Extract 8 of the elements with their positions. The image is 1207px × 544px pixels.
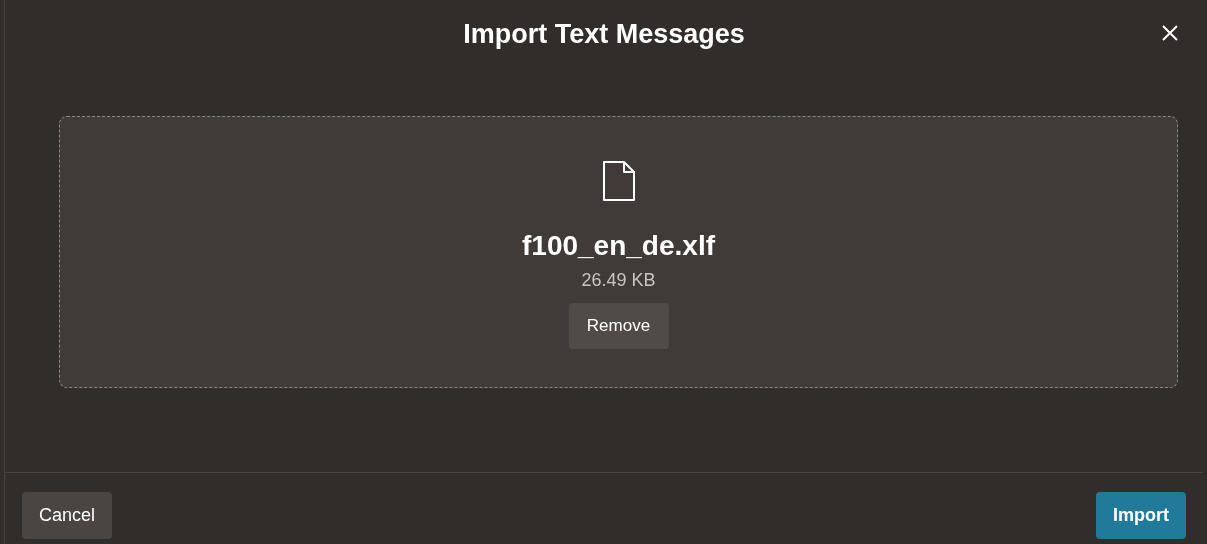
dialog-title: Import Text Messages	[463, 18, 745, 50]
cancel-button[interactable]: Cancel	[22, 492, 113, 539]
file-size: 26.49 KB	[581, 270, 656, 291]
file-icon	[601, 160, 636, 202]
import-button[interactable]: Import	[1096, 492, 1186, 539]
remove-button[interactable]: Remove	[568, 303, 669, 349]
file-drop-zone[interactable]: f100_en_de.xlf 26.49 KB Remove	[59, 116, 1178, 388]
file-name: f100_en_de.xlf	[522, 230, 715, 262]
